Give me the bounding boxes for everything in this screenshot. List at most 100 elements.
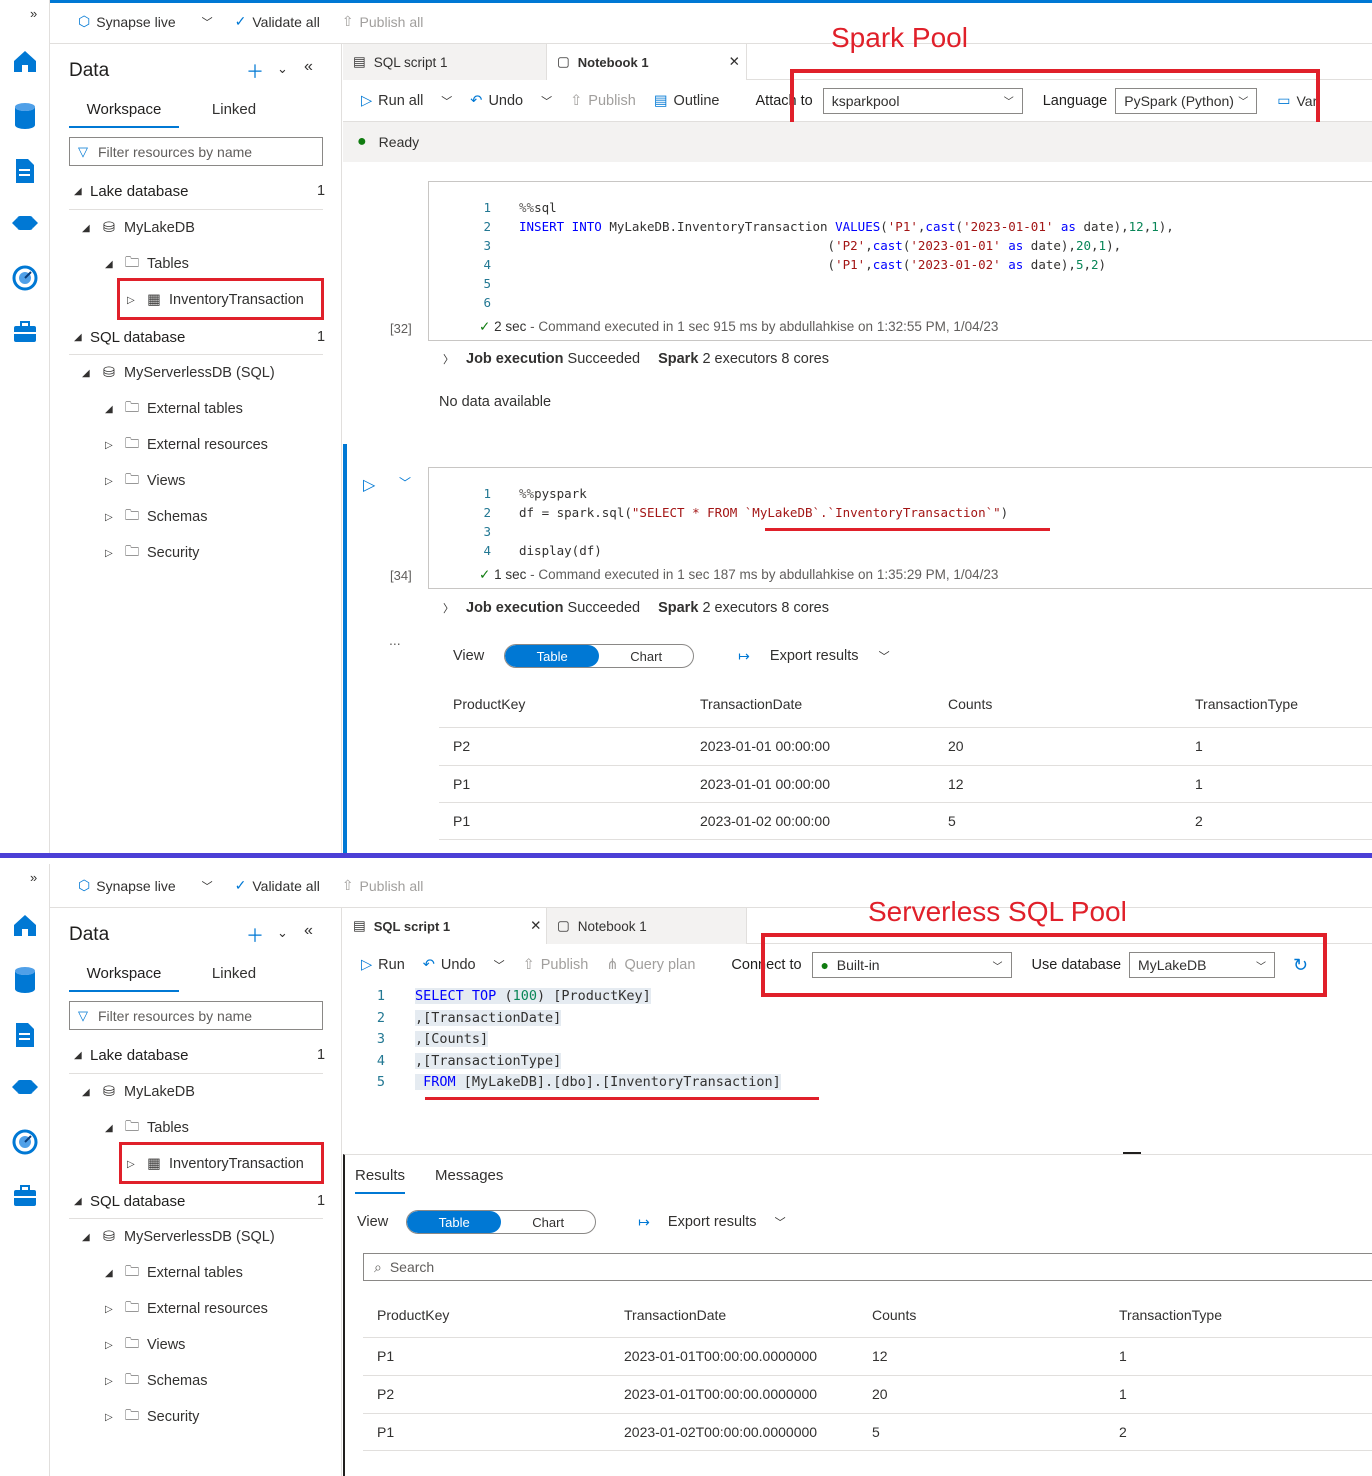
develop-icon[interactable] [10,156,40,186]
column-header[interactable]: TransactionDate [686,681,934,728]
synapse-live-button[interactable]: ⬡ Synapse live ﹀ [78,13,213,30]
cell-2-job-row[interactable]: 〉 Job execution Succeeded Spark 2 executor… [443,600,829,616]
tree-schemas[interactable]: ▷ 🗀 Schemas [105,506,207,528]
run-all-button[interactable]: ▷ Run all [361,93,423,109]
integrate-icon[interactable] [10,1072,40,1102]
tab-results[interactable]: Results [355,1167,406,1194]
tree-mylakedb[interactable]: ◢ ⛁ MyLakeDB [82,217,195,239]
code-cell-1[interactable]: 123456 %%sql INSERT INTO MyLakeDB.Invent… [428,181,1372,341]
tab-messages[interactable]: Messages [435,1167,503,1194]
column-header[interactable]: ProductKey [363,1293,610,1338]
add-icon[interactable]: ＋ [246,58,264,84]
tab-workspace[interactable]: Workspace [69,96,179,128]
publish-all-button[interactable]: ⇧ Publish all [342,13,424,30]
column-header[interactable]: Counts [934,681,1181,728]
tree-tables[interactable]: ◢ 🗀 Tables [105,253,189,275]
sql-code-editor[interactable]: SELECT TOP (100) [ProductKey] ,[Transact… [415,986,781,1094]
filter-input[interactable]: ▽ Filter resources by name [69,1001,323,1030]
tree-security[interactable]: ▷ 🗀 Security [105,1406,199,1428]
tab-linked[interactable]: Linked [179,960,289,992]
tree-myserverlessdb[interactable]: ◢ ⛁ MyServerlessDB (SQL) [82,362,275,384]
validate-all-button[interactable]: ✓ Validate all [235,877,320,894]
more-icon[interactable]: ... [389,632,401,648]
tree-sql-database[interactable]: ◢ SQL database [74,326,185,348]
search-input[interactable]: ⌕ Search [363,1253,1372,1281]
column-header[interactable]: TransactionDate [610,1293,858,1338]
undo-button[interactable]: ↶ Undo [470,93,523,109]
column-header[interactable]: TransactionType [1105,1293,1372,1338]
tree-views[interactable]: ▷ 🗀 Views [105,1334,185,1356]
home-icon[interactable] [10,46,40,76]
tree-external-resources[interactable]: ▷ 🗀 External resources [105,434,268,456]
toggle-table[interactable]: Table [407,1211,502,1233]
integrate-icon[interactable] [10,208,40,238]
chevron-down-icon[interactable]: ﹀ [494,957,505,973]
view-toggle[interactable]: Table Chart [406,1210,597,1234]
tree-security[interactable]: ▷ 🗀 Security [105,542,199,564]
column-header[interactable]: ProductKey [439,681,686,728]
outline-button[interactable]: ▤ Outline [654,93,720,109]
tree-views[interactable]: ▷ 🗀 Views [105,470,185,492]
home-icon[interactable] [10,910,40,940]
export-results-button[interactable]: Export results [668,1214,757,1230]
tree-tables[interactable]: ◢ 🗀 Tables [105,1117,189,1139]
collapse-sidebar-icon[interactable]: « [304,922,313,940]
query-plan-button[interactable]: ⋔ Query plan [606,957,695,973]
tab-notebook-1[interactable]: ▢ Notebook 1 ✕ [547,44,747,80]
collapse-all-icon[interactable]: ⌄ [277,925,288,941]
publish-button[interactable]: ⇧ Publish [570,93,636,109]
undo-button[interactable]: ↶ Undo [423,957,476,973]
toggle-chart[interactable]: Chart [599,645,693,667]
close-icon[interactable]: ✕ [530,918,541,934]
tab-sql-script-1[interactable]: ▤ SQL script 1 [343,44,547,80]
tree-external-tables[interactable]: ◢ 🗀 External tables [105,1262,243,1284]
chevron-down-icon[interactable]: ﹀ [399,474,411,491]
tree-myserverlessdb[interactable]: ◢ ⛁ MyServerlessDB (SQL) [82,1226,275,1248]
develop-icon[interactable] [10,1020,40,1050]
run-button[interactable]: ▷ Run [361,957,405,973]
manage-icon[interactable] [10,317,40,347]
column-header[interactable]: Counts [858,1293,1105,1338]
collapse-sidebar-icon[interactable]: « [304,58,313,76]
synapse-live-button[interactable]: ⬡ Synapse live ﹀ [78,877,213,894]
data-icon[interactable] [10,965,40,995]
monitor-icon[interactable] [10,1127,40,1157]
manage-icon[interactable] [10,1181,40,1211]
expand-icon[interactable]: » [30,6,37,21]
toggle-chart[interactable]: Chart [501,1211,595,1233]
run-cell-icon[interactable]: ▷ [363,475,375,495]
data-icon[interactable] [10,101,40,131]
expand-icon[interactable]: » [30,870,37,885]
tree-external-resources[interactable]: ▷ 🗀 External resources [105,1298,268,1320]
filter-placeholder: Filter resources by name [98,1007,253,1024]
validate-all-button[interactable]: ✓ Validate all [235,13,320,30]
collapse-all-icon[interactable]: ⌄ [277,61,288,77]
publish-all-button[interactable]: ⇧ Publish all [342,877,424,894]
cell-1-job-row[interactable]: 〉 Job execution Succeeded Spark 2 executor… [443,351,829,367]
tab-sql-script-1[interactable]: ▤ SQL script 1 ✕ [343,908,547,944]
tab-linked[interactable]: Linked [179,96,289,128]
chevron-down-icon[interactable]: ﹀ [441,93,452,109]
export-results-button[interactable]: Export results [770,648,859,664]
script-icon: ▤ [353,54,366,69]
view-toggle[interactable]: Table Chart [504,644,695,668]
tree-external-tables[interactable]: ◢ 🗀 External tables [105,398,243,420]
tree-sql-database[interactable]: ◢ SQL database [74,1190,185,1212]
tab-notebook-1[interactable]: ▢ Notebook 1 [547,908,747,944]
close-icon[interactable]: ✕ [729,54,740,70]
tree-mylakedb[interactable]: ◢ ⛁ MyLakeDB [82,1081,195,1103]
tree-lake-database[interactable]: ◢ Lake database [74,1044,188,1066]
chevron-down-icon[interactable]: ﹀ [541,93,552,109]
tree-lake-database[interactable]: ◢ Lake database [74,180,188,202]
cell-1-code[interactable]: %%sql INSERT INTO MyLakeDB.InventoryTran… [519,198,1174,293]
cell-2-code[interactable]: %%pyspark df = spark.sql("SELECT * FROM … [519,484,1008,560]
monitor-icon[interactable] [10,263,40,293]
publish-button[interactable]: ⇧ Publish [523,957,589,973]
column-header[interactable]: TransactionType [1181,681,1372,728]
toggle-table[interactable]: Table [505,645,600,667]
tab-workspace[interactable]: Workspace [69,960,179,992]
tree-schemas[interactable]: ▷ 🗀 Schemas [105,1370,207,1392]
serverless-pool-annotation: Serverless SQL Pool [868,896,1127,927]
add-icon[interactable]: ＋ [246,922,264,948]
filter-input[interactable]: ▽ Filter resources by name [69,137,323,166]
